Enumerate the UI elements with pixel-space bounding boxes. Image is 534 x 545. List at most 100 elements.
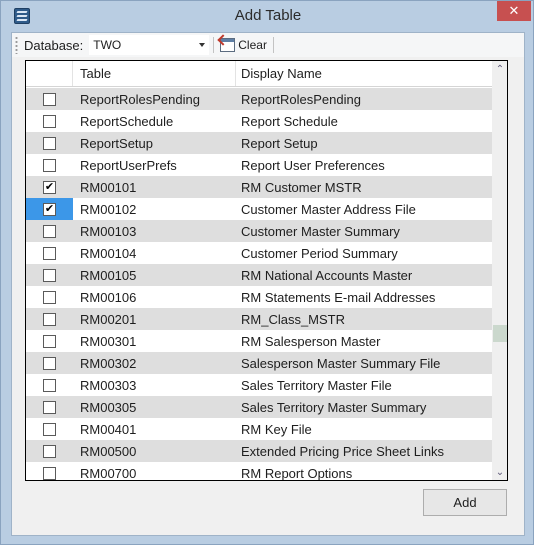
table-row[interactable]: RM00104 Customer Period Summary: [26, 242, 492, 264]
select-cell[interactable]: [26, 440, 73, 462]
table-row[interactable]: ✔ RM00102 Customer Master Address File: [26, 198, 492, 220]
checkbox[interactable]: [43, 268, 56, 282]
table-name-cell[interactable]: RM00101: [73, 176, 236, 198]
table-row[interactable]: RM00106 RM Statements E-mail Addresses: [26, 286, 492, 308]
table-row[interactable]: RM00305 Sales Territory Master Summary: [26, 396, 492, 418]
checkbox[interactable]: [43, 422, 56, 436]
display-name-cell[interactable]: RM_Class_MSTR: [236, 308, 492, 330]
close-button[interactable]: ✕: [497, 1, 531, 21]
checkbox[interactable]: [43, 356, 56, 370]
dropdown-arrow-icon[interactable]: [199, 43, 206, 47]
display-name-cell[interactable]: Report Setup: [236, 132, 492, 154]
select-cell[interactable]: ✔: [26, 176, 73, 198]
table-row[interactable]: RM00303 Sales Territory Master File: [26, 374, 492, 396]
table-name-cell[interactable]: RM00103: [73, 220, 236, 242]
display-name-cell[interactable]: Report User Preferences: [236, 154, 492, 176]
table-name-cell[interactable]: ReportUserPrefs: [73, 154, 236, 176]
checkbox[interactable]: [43, 444, 56, 458]
display-name-cell[interactable]: Sales Territory Master Summary: [236, 396, 492, 418]
scroll-up-button[interactable]: ⌃: [492, 61, 507, 77]
checkbox[interactable]: [43, 114, 56, 128]
scrollbar-thumb[interactable]: [493, 324, 507, 342]
toolbar-grip-handle[interactable]: [15, 36, 18, 54]
table-name-cell[interactable]: RM00305: [73, 396, 236, 418]
table-row[interactable]: ✔ RM00101 RM Customer MSTR: [26, 176, 492, 198]
table-row[interactable]: RM00302 Salesperson Master Summary File: [26, 352, 492, 374]
checkbox[interactable]: [43, 466, 56, 480]
table-name-cell[interactable]: RM00104: [73, 242, 236, 264]
checkbox[interactable]: [43, 290, 56, 304]
checkbox[interactable]: [43, 136, 56, 150]
table-row[interactable]: RM00700 RM Report Options: [26, 462, 492, 481]
select-cell[interactable]: [26, 308, 73, 330]
display-name-cell[interactable]: RM Statements E-mail Addresses: [236, 286, 492, 308]
select-cell[interactable]: [26, 110, 73, 132]
table-row[interactable]: RM00301 RM Salesperson Master: [26, 330, 492, 352]
table-name-cell[interactable]: RM00105: [73, 264, 236, 286]
table-name-cell[interactable]: ReportSetup: [73, 132, 236, 154]
table-name-cell[interactable]: RM00106: [73, 286, 236, 308]
table-row[interactable]: RM00105 RM National Accounts Master: [26, 264, 492, 286]
select-cell[interactable]: [26, 330, 73, 352]
select-cell[interactable]: [26, 154, 73, 176]
scroll-down-button[interactable]: ⌄: [492, 464, 507, 480]
table-row[interactable]: RM00201 RM_Class_MSTR: [26, 308, 492, 330]
display-name-cell[interactable]: Sales Territory Master File: [236, 374, 492, 396]
select-cell[interactable]: [26, 374, 73, 396]
display-name-cell[interactable]: RM Key File: [236, 418, 492, 440]
database-select[interactable]: TWO: [89, 35, 210, 55]
table-name-cell[interactable]: ReportRolesPending: [73, 88, 236, 110]
checkbox-checked[interactable]: ✔: [43, 202, 56, 216]
display-name-cell[interactable]: ReportRolesPending: [236, 88, 492, 110]
table-name-cell[interactable]: RM00102: [73, 198, 236, 220]
checkbox[interactable]: [43, 312, 56, 326]
checkbox[interactable]: [43, 334, 56, 348]
display-name-cell[interactable]: Report Schedule: [236, 110, 492, 132]
clear-button[interactable]: Clear: [218, 38, 269, 52]
select-cell[interactable]: ✔: [26, 198, 73, 220]
display-name-cell[interactable]: Customer Master Address File: [236, 198, 492, 220]
column-header-display-name[interactable]: Display Name: [236, 61, 492, 86]
table-row[interactable]: RM00103 Customer Master Summary: [26, 220, 492, 242]
select-cell[interactable]: [26, 418, 73, 440]
table-row[interactable]: RM00500 Extended Pricing Price Sheet Link…: [26, 440, 492, 462]
table-row[interactable]: ReportSchedule Report Schedule: [26, 110, 492, 132]
display-name-cell[interactable]: RM Report Options: [236, 462, 492, 481]
table-name-cell[interactable]: RM00303: [73, 374, 236, 396]
select-cell[interactable]: [26, 220, 73, 242]
checkbox[interactable]: [43, 158, 56, 172]
select-cell[interactable]: [26, 242, 73, 264]
table-row[interactable]: ReportUserPrefs Report User Preferences: [26, 154, 492, 176]
display-name-cell[interactable]: RM Customer MSTR: [236, 176, 492, 198]
checkbox[interactable]: [43, 378, 56, 392]
table-name-cell[interactable]: RM00700: [73, 462, 236, 481]
checkbox[interactable]: [43, 400, 56, 414]
column-header-table[interactable]: Table: [73, 61, 236, 86]
table-name-cell[interactable]: ReportSchedule: [73, 110, 236, 132]
select-cell[interactable]: [26, 352, 73, 374]
checkbox-checked[interactable]: ✔: [43, 180, 56, 194]
table-row[interactable]: RM00401 RM Key File: [26, 418, 492, 440]
table-name-cell[interactable]: RM00401: [73, 418, 236, 440]
select-cell[interactable]: [26, 88, 73, 110]
tables-grid[interactable]: Table Display Name ReportRolesPending Rep…: [25, 60, 508, 481]
select-cell[interactable]: [26, 462, 73, 480]
display-name-cell[interactable]: RM Salesperson Master: [236, 330, 492, 352]
checkbox[interactable]: [43, 224, 56, 238]
checkbox[interactable]: [43, 246, 56, 260]
checkbox[interactable]: [43, 92, 56, 106]
select-cell[interactable]: [26, 396, 73, 418]
vertical-scrollbar[interactable]: ⌃ ⌄: [492, 61, 507, 480]
table-name-cell[interactable]: RM00201: [73, 308, 236, 330]
table-row[interactable]: ReportSetup Report Setup: [26, 132, 492, 154]
display-name-cell[interactable]: Customer Master Summary: [236, 220, 492, 242]
table-name-cell[interactable]: RM00301: [73, 330, 236, 352]
select-cell[interactable]: [26, 132, 73, 154]
display-name-cell[interactable]: RM National Accounts Master: [236, 264, 492, 286]
display-name-cell[interactable]: Salesperson Master Summary File: [236, 352, 492, 374]
select-cell[interactable]: [26, 286, 73, 308]
add-button[interactable]: Add: [423, 489, 507, 516]
select-cell[interactable]: [26, 264, 73, 286]
column-header-select[interactable]: [26, 61, 73, 86]
table-name-cell[interactable]: RM00302: [73, 352, 236, 374]
